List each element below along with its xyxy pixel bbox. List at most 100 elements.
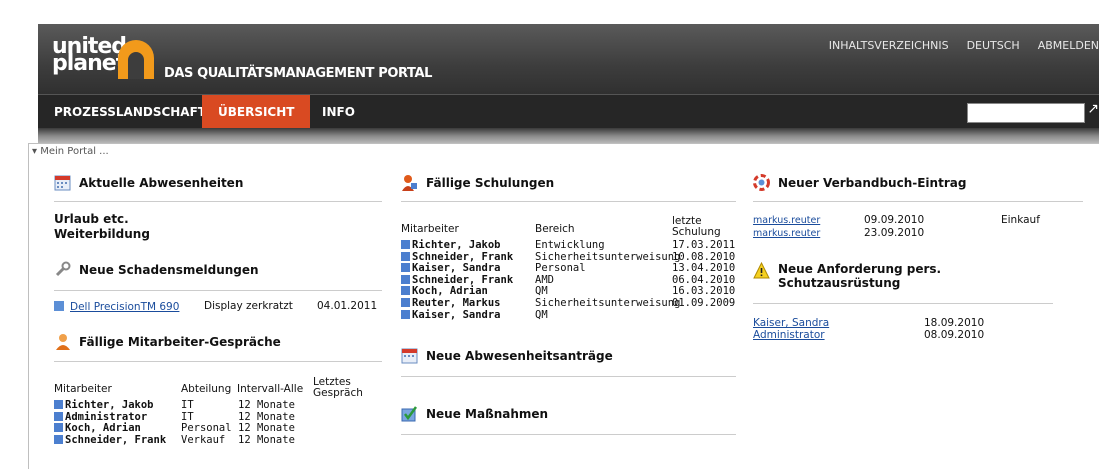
main-nav: PROZESSLANDSCHAFT ÜBERSICHT INFO ↗ [38, 94, 1099, 129]
person-icon [54, 411, 63, 421]
area-cell: Sicherheitsunterweisung [535, 250, 681, 263]
dept-cell: Verkauf [181, 433, 226, 446]
logo-icon [118, 40, 154, 79]
area-cell: Personal [535, 262, 586, 275]
date-cell: 13.04.2010 [672, 262, 736, 275]
date-cell: 01.09.2009 [672, 297, 736, 309]
col-header: Intervall-Alle [237, 383, 304, 395]
wrench-icon [54, 261, 71, 278]
dept-cell: Einkauf [1001, 214, 1040, 226]
col-header: Bereich [535, 223, 575, 235]
col-header: Letztes Gespräch [313, 376, 363, 399]
divider [54, 361, 382, 362]
person-icon [401, 263, 410, 273]
divider [753, 201, 1083, 202]
section-title-line1: Neue Anforderung pers. [778, 262, 942, 276]
section-title: Fällige Schulungen [426, 175, 555, 190]
date-cell: 06.04.2010 [672, 273, 736, 286]
interval-cell: 12 Monate [238, 410, 295, 423]
area-cell: Sicherheitsunterweisung [535, 297, 681, 309]
divider [401, 201, 736, 202]
employee-link[interactable]: Reuter, Markus [401, 298, 501, 309]
person-icon [401, 309, 410, 319]
section-schulungen: Fällige Schulungen [401, 174, 554, 191]
section-abwesenheiten: Aktuelle Abwesenheiten [54, 174, 243, 191]
calendar-icon [401, 347, 418, 364]
warning-icon [753, 261, 770, 279]
date-cell: 16.03.2010 [672, 285, 736, 298]
divider [401, 434, 736, 435]
divider [54, 201, 382, 202]
section-title: Neuer Verbandbuch-Eintrag [778, 175, 967, 190]
date-cell: 17.03.2011 [672, 239, 736, 251]
section-gespraeche: Fällige Mitarbeiter-Gespräche [54, 333, 281, 350]
search-input[interactable] [967, 103, 1085, 123]
person-icon [54, 434, 63, 444]
lifebuoy-icon [753, 174, 770, 191]
user-link[interactable]: markus.reuter [753, 215, 820, 226]
checklist-icon [401, 405, 418, 422]
employee-link[interactable]: Schneider, Frank [401, 274, 513, 286]
date-cell: 08.09.2010 [924, 329, 985, 341]
user-link[interactable]: Administrator [753, 330, 825, 341]
col-header: Mitarbeiter [54, 383, 112, 395]
link-deutsch[interactable]: DEUTSCH [967, 39, 1020, 52]
divider [401, 376, 736, 377]
section-title: Neue Schadensmeldungen [79, 262, 259, 277]
section-schutz: Neue Anforderung pers. Schutzausrüstung [753, 261, 941, 290]
breadcrumb[interactable]: ▾ Mein Portal ... [32, 146, 109, 157]
damage-row: Dell PrecisionTM 690 [54, 301, 179, 313]
section-title: Neue Anforderung pers. Schutzausrüstung [778, 262, 941, 290]
link-abmelden[interactable]: ABMELDEN [1038, 39, 1099, 52]
person-icon [54, 333, 71, 350]
edit-icon [54, 301, 64, 311]
section-abwesenheitsantraege: Neue Abwesenheitsanträge [401, 347, 613, 364]
area-cell: QM [535, 285, 548, 298]
employee-link[interactable]: Schneider, Frank [54, 434, 166, 446]
section-verbandbuch: Neuer Verbandbuch-Eintrag [753, 174, 966, 191]
dept-cell: IT [181, 399, 194, 411]
interval-cell: 12 Monate [238, 433, 295, 446]
portal-panel: ▾ Mein Portal ... Aktuelle Abwesenheiten… [28, 143, 1099, 469]
tab-prozesslandschaft[interactable]: PROZESSLANDSCHAFT [38, 95, 222, 129]
logo-line2: planet [52, 51, 126, 76]
person-icon [401, 240, 410, 249]
person-icon [401, 298, 410, 307]
user-link[interactable]: Kaiser, Sandra [753, 318, 829, 329]
col-header: Abteilung [181, 383, 232, 395]
employee-link[interactable]: Administrator [54, 411, 147, 423]
dept-cell: IT [181, 410, 194, 423]
divider [753, 303, 1053, 304]
damage-date: 04.01.2011 [317, 300, 378, 312]
section-title: Neue Abwesenheitsanträge [426, 348, 613, 363]
person-icon [401, 274, 410, 284]
tab-uebersicht[interactable]: ÜBERSICHT [202, 95, 311, 129]
employee-link[interactable]: Richter, Jakob [401, 240, 501, 251]
area-cell: QM [535, 308, 548, 321]
col-header: letzte Schulung [672, 215, 721, 238]
employee-link[interactable]: Kaiser, Sandra [401, 263, 501, 274]
person-icon [401, 251, 410, 261]
divider [54, 290, 382, 291]
top-links: INHALTSVERZEICHNIS DEUTSCH ABMELDEN [829, 39, 1099, 52]
search-go-icon[interactable]: ↗ [1087, 101, 1099, 117]
header-bar: united planet DAS QUALITÄTSMANAGEMENT PO… [38, 24, 1099, 94]
absence-type: Weiterbildung [54, 227, 150, 241]
section-title: Aktuelle Abwesenheiten [79, 175, 244, 190]
employee-link[interactable]: Kaiser, Sandra [401, 309, 501, 321]
employee-link[interactable]: Koch, Adrian [401, 286, 488, 297]
employee-link[interactable]: Schneider, Frank [401, 251, 513, 263]
dept-cell: Personal [181, 422, 232, 435]
damage-item-link[interactable]: Dell PrecisionTM 690 [70, 301, 179, 313]
logo[interactable]: united planet [52, 36, 127, 76]
employee-link[interactable]: Koch, Adrian [54, 423, 141, 434]
user-link[interactable]: markus.reuter [753, 228, 820, 239]
section-title: Fällige Mitarbeiter-Gespräche [79, 334, 281, 349]
person-icon [401, 286, 410, 296]
tab-info[interactable]: INFO [306, 95, 371, 129]
date-cell: 18.09.2010 [924, 317, 985, 329]
employee-link[interactable]: Richter, Jakob [54, 400, 154, 411]
interval-cell: 12 Monate [238, 422, 295, 435]
calendar-icon [54, 174, 71, 191]
link-inhaltsverzeichnis[interactable]: INHALTSVERZEICHNIS [829, 39, 949, 52]
